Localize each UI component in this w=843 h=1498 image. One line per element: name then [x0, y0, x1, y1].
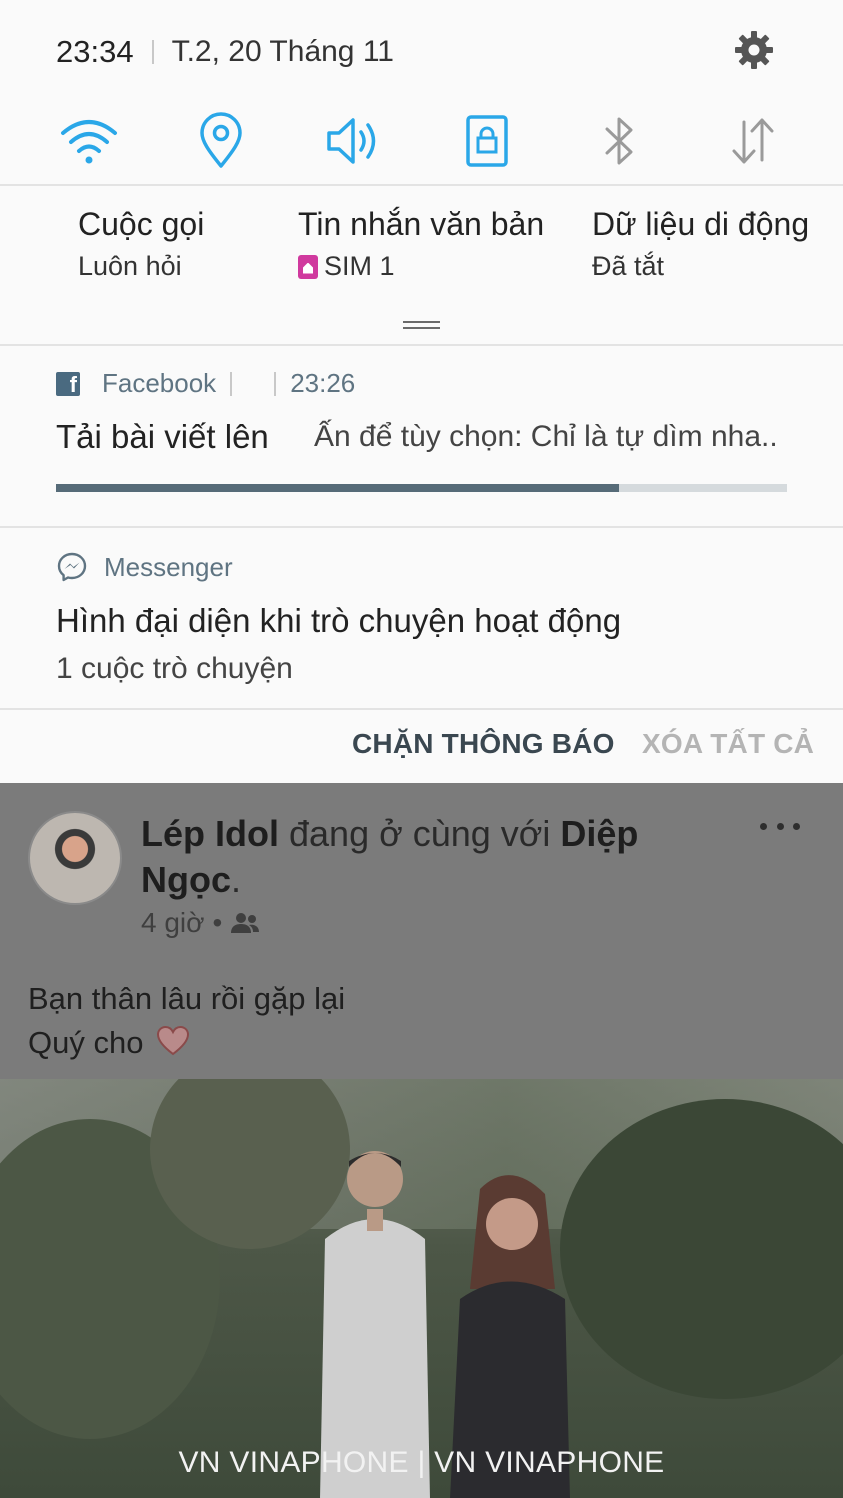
sim-data-title: Dữ liệu di động [592, 206, 810, 242]
friends-audience-icon [231, 913, 260, 933]
carrier-label: VN VINAPHONE | VN VINAPHONE [178, 1446, 665, 1479]
sim-calls-title: Cuộc gọi [78, 206, 205, 242]
post-line: Quý cho [28, 1025, 144, 1060]
notification-panel: 23:34 T.2, 20 Tháng 11 Cuộc gọi Luôn hỏi… [0, 0, 843, 783]
bluetooth-icon [605, 117, 633, 165]
clock: 23:34 [56, 34, 134, 69]
post-line: Bạn thân lâu rồi gặp lại [28, 981, 346, 1016]
messenger-icon [57, 552, 87, 582]
sim-data-setting[interactable]: Dữ liệu di động Đã tắt [592, 206, 809, 282]
post-meta: 4 giờ • [141, 907, 260, 939]
date: T.2, 20 Tháng 11 [171, 35, 394, 68]
progress-fill [56, 484, 619, 492]
post-photo[interactable] [0, 1079, 843, 1498]
wifi-toggle[interactable] [56, 108, 122, 174]
upload-progress-bar [56, 484, 787, 492]
facebook-icon: f [56, 371, 80, 397]
post-header: Lép Idol đang ở cùng với Diệp Ngọc. [141, 811, 701, 903]
sim-sms-value: SIM 1 [324, 251, 395, 281]
notification-app-name: Facebook [102, 368, 217, 398]
speaker-icon [327, 118, 376, 164]
divider [0, 344, 843, 346]
wifi-icon [61, 120, 117, 164]
notification-title: Hình đại diện khi trò chuyện hoạt động [56, 602, 622, 639]
panel-drag-handle[interactable] [403, 321, 440, 330]
separator [274, 371, 277, 396]
background-facebook-feed: Lép Idol đang ở cùng với Diệp Ngọc. 4 gi… [0, 783, 843, 1498]
notification-title: Tải bài viết lên [56, 418, 269, 455]
location-pin-icon [200, 112, 242, 168]
divider [0, 184, 843, 186]
settings-gear-icon[interactable] [732, 28, 776, 72]
sim-card-icon [298, 254, 318, 279]
post-text: Bạn thân lâu rồi gặp lại Quý cho [28, 977, 345, 1065]
person-figure [320, 1151, 430, 1498]
bluetooth-toggle[interactable] [587, 108, 653, 174]
clear-all-button[interactable]: XÓA TẤT CẢ [642, 728, 814, 760]
notification-time: 23:26 [290, 368, 356, 398]
data-arrows-icon [732, 118, 774, 164]
sim-sms-setting[interactable]: Tin nhắn văn bản SIM 1 [298, 206, 544, 282]
sim-calls-setting[interactable]: Cuộc gọi Luôn hỏi [78, 206, 204, 282]
divider [0, 526, 843, 528]
status-row: 23:34 T.2, 20 Tháng 11 [56, 30, 394, 74]
sim-data-value: Đã tắt [592, 251, 665, 281]
mobile-data-toggle[interactable] [720, 108, 786, 174]
notification-app-name: Messenger [104, 551, 233, 582]
location-toggle[interactable] [188, 108, 254, 174]
notification-text: Ấn để tùy chọn: Chỉ là tự dìm nha.. [314, 420, 778, 453]
separator [230, 371, 233, 396]
separator [151, 40, 154, 64]
sim-sms-title: Tin nhắn văn bản [298, 206, 545, 242]
more-options-icon[interactable] [760, 823, 800, 833]
screen-lock-toggle[interactable] [454, 108, 520, 174]
notification-text: 1 cuộc trò chuyện [56, 652, 293, 685]
sound-toggle[interactable] [321, 108, 387, 174]
post-with-text: đang ở cùng với [289, 813, 551, 854]
post-age: 4 giờ [141, 907, 205, 938]
meta-dot: • [212, 907, 223, 938]
post-period: . [231, 859, 242, 900]
heart-icon [157, 1025, 190, 1056]
block-notifications-button[interactable]: CHẶN THÔNG BÁO [352, 728, 615, 760]
sim-calls-value: Luôn hỏi [78, 251, 182, 281]
divider [0, 708, 843, 710]
quick-toggles [0, 108, 843, 174]
lock-screen-icon [466, 115, 508, 167]
post-author[interactable]: Lép Idol [141, 813, 279, 854]
avatar [28, 811, 122, 905]
